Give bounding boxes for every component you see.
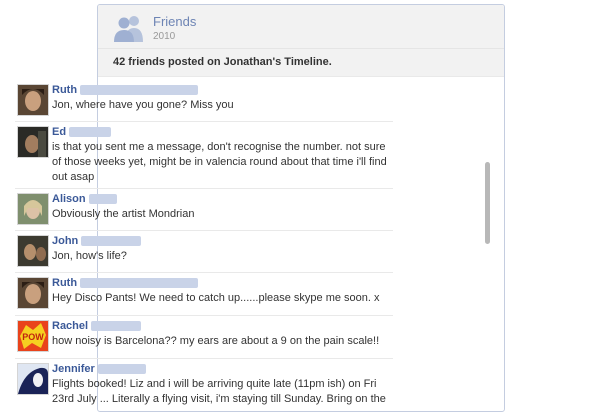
friend-name-link[interactable]: John bbox=[52, 235, 78, 247]
redacted-name bbox=[80, 85, 199, 96]
avatar[interactable] bbox=[17, 126, 49, 158]
avatar[interactable] bbox=[17, 84, 49, 116]
list-item: Ruth Hey Disco Pants! We need to catch u… bbox=[15, 273, 393, 316]
list-item: Ed is that you sent me a message, don't … bbox=[15, 122, 393, 189]
redacted-name bbox=[88, 194, 117, 205]
avatar[interactable] bbox=[17, 235, 49, 267]
list-item: Jennifer Flights booked! Liz and i will … bbox=[15, 359, 393, 419]
post-message: Jon, how's life? bbox=[52, 250, 127, 262]
avatar[interactable]: POW bbox=[17, 320, 49, 352]
redacted-name bbox=[80, 278, 199, 289]
post-list: Ruth Jon, where have you gone? Miss you … bbox=[15, 80, 393, 419]
friends-icon bbox=[114, 16, 143, 42]
list-item: Alison Obviously the artist Mondrian bbox=[15, 189, 393, 231]
post-message: Flights booked! Liz and i will be arrivi… bbox=[52, 378, 386, 405]
friends-summary: 42 friends posted on Jonathan's Timeline… bbox=[98, 49, 504, 77]
panel-title[interactable]: Friends bbox=[153, 14, 196, 29]
post-message: Jon, where have you gone? Miss you bbox=[52, 99, 234, 111]
post-message: is that you sent me a message, don't rec… bbox=[52, 141, 387, 183]
post-message: Obviously the artist Mondrian bbox=[52, 208, 195, 220]
redacted-name bbox=[97, 364, 146, 375]
list-item: POW Rachel how noisy is Barcelona?? my e… bbox=[15, 316, 393, 359]
redacted-name bbox=[69, 127, 112, 138]
avatar[interactable] bbox=[17, 277, 49, 309]
scrollbar[interactable] bbox=[485, 162, 490, 244]
friend-name-link[interactable]: Ruth bbox=[52, 84, 77, 96]
friend-name-link[interactable]: Alison bbox=[52, 193, 86, 205]
avatar[interactable] bbox=[17, 363, 49, 395]
pow-badge: POW bbox=[22, 332, 44, 342]
post-message: how noisy is Barcelona?? my ears are abo… bbox=[52, 335, 380, 347]
friend-name-link[interactable]: Rachel bbox=[52, 320, 88, 332]
post-message: Hey Disco Pants! We need to catch up....… bbox=[52, 292, 380, 304]
redacted-name bbox=[81, 236, 142, 247]
friend-name-link[interactable]: Jennifer bbox=[52, 363, 95, 375]
redacted-name bbox=[91, 321, 142, 332]
avatar[interactable] bbox=[17, 193, 49, 225]
panel-year: 2010 bbox=[153, 31, 176, 42]
panel-header: Friends 2010 bbox=[98, 5, 504, 49]
list-item: Ruth Jon, where have you gone? Miss you bbox=[15, 80, 393, 122]
friend-name-link[interactable]: Ruth bbox=[52, 277, 77, 289]
friend-name-link[interactable]: Ed bbox=[52, 126, 66, 138]
list-item: John Jon, how's life? bbox=[15, 231, 393, 273]
